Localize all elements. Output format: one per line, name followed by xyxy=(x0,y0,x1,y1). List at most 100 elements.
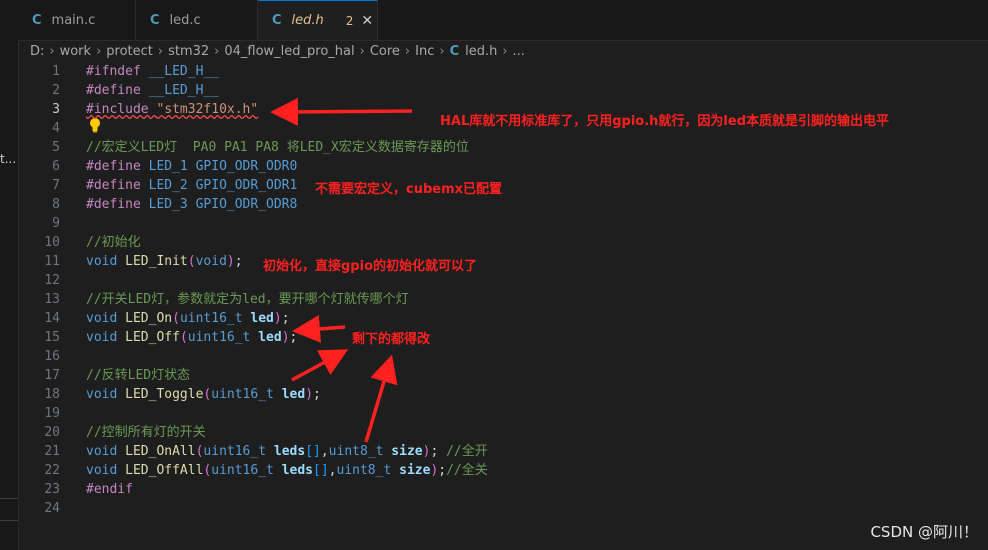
code-token: "stm32f10x.h" xyxy=(156,102,259,117)
line-number: 24 xyxy=(44,501,60,516)
code-token: , xyxy=(320,444,329,459)
tab-label: led.h xyxy=(291,13,324,28)
code-token: ; xyxy=(289,330,298,345)
code-line[interactable]: 15 void LED_Off(uint16_t led); xyxy=(18,328,918,347)
line-number: 13 xyxy=(44,292,60,307)
code-token: led xyxy=(281,387,306,402)
line-number: 3 xyxy=(52,102,60,117)
code-line[interactable]: 24 xyxy=(18,499,918,518)
breadcrumb-folder[interactable]: Core xyxy=(370,44,400,59)
close-icon[interactable]: ✕ xyxy=(361,13,373,29)
line-number: 16 xyxy=(44,349,60,364)
line-number: 22 xyxy=(44,463,60,478)
problem-count-badge: 2 xyxy=(345,13,354,28)
annotation-rest: 剩下的都得改 xyxy=(352,332,431,347)
code-line[interactable]: 18 void LED_Toggle(uint16_t led); xyxy=(18,385,918,404)
code-token: led xyxy=(250,311,274,326)
line-number: 6 xyxy=(52,159,60,174)
breadcrumb-folder[interactable]: stm32 xyxy=(168,44,209,59)
code-token: ( xyxy=(187,254,196,269)
chevron-right-icon: › xyxy=(157,43,164,59)
code-line[interactable]: 10 //初始化 xyxy=(18,233,918,252)
code-line[interactable]: 8 #define LED_3 GPIO_ODR_ODR8 xyxy=(18,195,918,214)
code-token: //初始化 xyxy=(86,235,141,250)
breadcrumb-folder[interactable]: protect xyxy=(106,44,153,59)
code-line[interactable]: 17 //反转LED灯状态 xyxy=(18,366,918,385)
code-token: size xyxy=(399,463,431,478)
line-number: 20 xyxy=(44,425,60,440)
line-number: 8 xyxy=(52,197,60,212)
code-line[interactable]: 13 //开关LED灯，参数就定为led，要开哪个灯就传哪个灯 xyxy=(18,290,918,309)
code-editor[interactable]: 1 #ifndef __LED_H__ 2 #define __LED_H__ 3 #in… xyxy=(18,62,988,550)
tab-led-h[interactable]: C led.h 2 ✕ xyxy=(258,0,378,40)
c-file-icon: C xyxy=(272,13,282,28)
line-number: 9 xyxy=(52,216,60,231)
breadcrumb-file[interactable]: led.h xyxy=(465,44,497,59)
line-code: void LED_Off(uint16_t led); xyxy=(86,328,297,347)
code-line[interactable]: 1 #ifndef __LED_H__ xyxy=(18,62,918,81)
code-token: void xyxy=(86,444,126,459)
code-line[interactable]: 20 //控制所有灯的开关 xyxy=(18,423,918,442)
breadcrumb-folder[interactable]: 04_flow_led_pro_hal xyxy=(224,44,354,59)
line-code: void LED_OffAll(uint16_t leds[],uint8_t … xyxy=(86,461,488,480)
chevron-right-icon: › xyxy=(96,43,102,59)
code-line[interactable]: 14 void LED_On(uint16_t led); xyxy=(18,309,918,328)
tab-led-c[interactable]: C led.c xyxy=(136,0,258,40)
code-token: leds xyxy=(273,444,306,459)
code-token: led xyxy=(258,330,282,345)
code-line[interactable]: 9 xyxy=(18,214,918,233)
code-token: size xyxy=(391,444,423,459)
line-number: 1 xyxy=(52,64,60,79)
sidebar-divider xyxy=(0,498,18,499)
code-token: #define xyxy=(86,197,149,212)
code-token: LED_Off xyxy=(125,330,180,345)
code-line[interactable]: 5 //宏定义LED灯 PA0 PA1 PA8 将LED_X宏定义数据寄存器的位 xyxy=(18,138,918,157)
code-token: ; xyxy=(313,387,321,402)
code-token: ; xyxy=(281,311,290,326)
code-line[interactable]: 16 xyxy=(18,347,918,366)
activity-bar: t... xyxy=(0,0,19,550)
breadcrumb-folder[interactable]: work xyxy=(60,44,91,59)
code-token: uint16_t xyxy=(187,330,259,345)
code-line[interactable]: 21 void LED_OnAll(uint16_t leds[],uint8_t… xyxy=(18,442,918,461)
code-token: //宏定义LED灯 PA0 PA1 PA8 将LED_X宏定义数据寄存器的位 xyxy=(86,140,469,155)
line-number: 15 xyxy=(44,330,60,345)
line-code: //控制所有灯的开关 xyxy=(86,423,206,442)
line-number: 5 xyxy=(52,140,60,155)
tab-label: main.c xyxy=(51,12,96,28)
breadcrumb-folder[interactable]: Inc xyxy=(415,44,434,59)
chevron-right-icon: › xyxy=(439,43,445,59)
code-token: //控制所有灯的开关 xyxy=(86,425,206,440)
line-code: void LED_On(uint16_t led); xyxy=(86,309,290,328)
line-number: 7 xyxy=(52,178,60,193)
annotation-init: 初始化，直接gpio的初始化就可以了 xyxy=(263,259,477,274)
code-token: #endif xyxy=(86,482,133,497)
tab-label: led.c xyxy=(169,12,201,28)
code-token: void xyxy=(86,463,126,478)
breadcrumb-drive[interactable]: D: xyxy=(30,44,44,59)
line-code: #include "stm32f10x.h" xyxy=(86,100,258,119)
code-line[interactable]: 23 #endif xyxy=(18,480,918,499)
line-code: #define LED_2 GPIO_ODR_ODR1 xyxy=(86,176,297,195)
code-token: void xyxy=(86,254,126,269)
tab-main-c[interactable]: C main.c xyxy=(18,0,136,40)
line-number: 12 xyxy=(44,273,60,288)
code-line[interactable]: 6 #define LED_1 GPIO_ODR_ODR0 xyxy=(18,157,918,176)
code-line[interactable]: 19 xyxy=(18,404,918,423)
code-token: #define xyxy=(86,159,149,174)
code-token: , xyxy=(328,463,337,478)
line-number: 14 xyxy=(44,311,60,326)
breadcrumb-symbol[interactable]: ... xyxy=(513,44,525,59)
code-token: GPIO_ODR_ODR8 xyxy=(195,197,298,212)
annotation-hal: HAL库就不用标准库了，只用gpio.h就行，因为led本质就是引脚的输出电平 xyxy=(440,114,889,129)
code-token: uint16_t xyxy=(211,463,282,478)
line-number: 2 xyxy=(52,83,60,98)
code-token: ) xyxy=(273,311,282,326)
line-code: void LED_Toggle(uint16_t led); xyxy=(86,385,321,404)
code-token: #define xyxy=(86,178,149,193)
code-token: ; xyxy=(438,463,447,478)
code-line[interactable]: 22 void LED_OffAll(uint16_t leds[],uint8_… xyxy=(18,461,918,480)
breadcrumb: D: › work › protect › stm32 › 04_flow_led_pr… xyxy=(30,41,525,61)
code-line[interactable]: 2 #define __LED_H__ xyxy=(18,81,918,100)
line-code: //反转LED灯状态 xyxy=(86,366,190,385)
